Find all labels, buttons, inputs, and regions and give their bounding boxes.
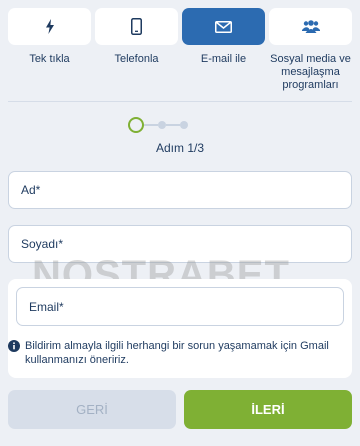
step-connector-2 bbox=[166, 124, 180, 126]
lightning-icon bbox=[45, 19, 54, 34]
tab-phone-label: Telefonla bbox=[114, 53, 159, 65]
surname-placeholder: Soyadı* bbox=[21, 237, 64, 251]
users-icon bbox=[301, 20, 320, 33]
tab-email[interactable]: E-mail ile bbox=[182, 8, 265, 92]
tab-social-label: Sosyal media ve mesajlaşma programları bbox=[270, 53, 351, 91]
tab-one-click-box[interactable] bbox=[8, 8, 91, 45]
name-field[interactable]: Ad* bbox=[8, 171, 352, 209]
tab-one-click-label: Tek tıkla bbox=[29, 53, 70, 65]
tab-email-box[interactable] bbox=[182, 8, 265, 45]
step-3-dot bbox=[180, 121, 188, 129]
tabs-divider bbox=[8, 101, 352, 102]
info-icon bbox=[8, 340, 20, 352]
tab-social[interactable]: Sosyal media ve mesajlaşma programları bbox=[269, 8, 352, 92]
tab-social-box[interactable] bbox=[269, 8, 352, 45]
back-button[interactable]: GERİ bbox=[8, 390, 176, 429]
step-1-dot bbox=[128, 117, 144, 133]
step-indicator bbox=[128, 117, 188, 133]
envelope-icon bbox=[215, 20, 232, 33]
tab-one-click[interactable]: Tek tıkla bbox=[8, 8, 91, 92]
step-connector-1 bbox=[144, 124, 158, 126]
tab-phone-box[interactable] bbox=[95, 8, 178, 45]
gmail-info: Bildirim almayla ilgili herhangi bir sor… bbox=[8, 339, 338, 367]
email-placeholder: Email* bbox=[29, 299, 64, 314]
email-field[interactable]: Email* bbox=[16, 287, 344, 326]
phone-icon bbox=[131, 18, 142, 35]
step-2-dot bbox=[158, 121, 166, 129]
step-text: Adım 1/3 bbox=[155, 141, 205, 155]
registration-method-tabs: Tek tıkla Telefonla E-mail ile Sosyal me… bbox=[8, 8, 352, 92]
name-placeholder: Ad* bbox=[21, 183, 41, 197]
tab-phone[interactable]: Telefonla bbox=[95, 8, 178, 92]
info-text: Bildirim almayla ilgili herhangi bir sor… bbox=[25, 340, 329, 366]
next-button[interactable]: İLERİ bbox=[184, 390, 352, 429]
tab-email-label: E-mail ile bbox=[200, 53, 247, 65]
